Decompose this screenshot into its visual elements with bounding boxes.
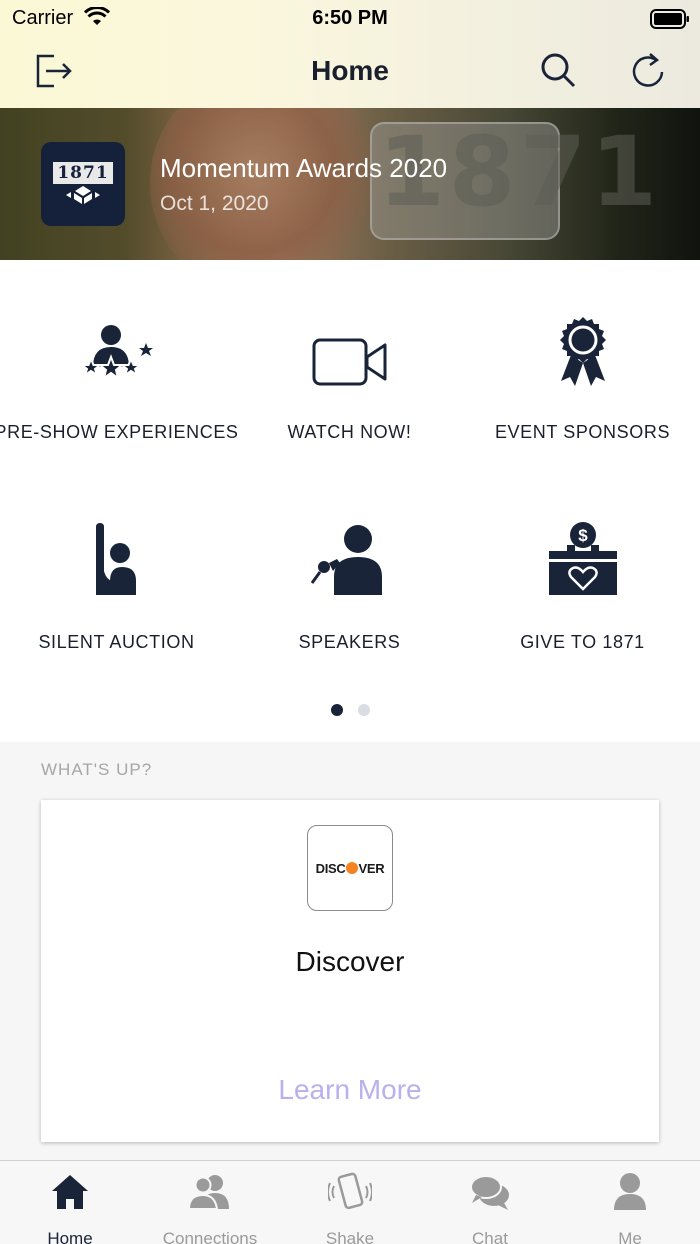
event-date: Oct 1, 2020 xyxy=(160,192,269,215)
tab-me[interactable]: Me xyxy=(560,1161,700,1244)
award-ribbon-icon xyxy=(555,315,611,392)
search-button[interactable] xyxy=(534,48,582,96)
page-dot-2[interactable] xyxy=(357,704,370,716)
tile-label: WATCH NOW! xyxy=(287,422,412,442)
tab-label: Home xyxy=(47,1229,93,1244)
learn-more-link[interactable]: Learn More xyxy=(41,1074,659,1106)
status-bar: Carrier 6:50 PM xyxy=(0,0,700,36)
tile-give-to-1871[interactable]: $ GIVE TO 1871 xyxy=(466,500,699,700)
sponsor-card[interactable]: DISC VER Discover Learn More xyxy=(41,800,659,1142)
tile-label: PRE-SHOW EXPERIENCES xyxy=(0,422,239,442)
tab-shake[interactable]: Shake xyxy=(280,1161,420,1244)
tab-label: Shake xyxy=(325,1229,375,1244)
feature-grid: PRE-SHOW EXPERIENCES WATCH NOW! EVENT SP… xyxy=(0,260,700,742)
event-logo-mark xyxy=(66,186,100,204)
home-icon xyxy=(50,1173,90,1216)
tile-label: SILENT AUCTION xyxy=(38,632,195,652)
event-logo-number: 1871 xyxy=(53,162,113,184)
search-icon xyxy=(538,50,578,95)
tab-label: Chat xyxy=(472,1229,508,1244)
chat-bubbles-icon xyxy=(468,1173,512,1216)
tile-silent-auction[interactable]: SILENT AUCTION xyxy=(0,500,233,700)
status-time: 6:50 PM xyxy=(312,7,388,29)
sponsor-title: Discover xyxy=(295,946,405,977)
sponsor-logo: DISC VER xyxy=(307,825,393,911)
tile-event-sponsors[interactable]: EVENT SPONSORS xyxy=(466,290,699,490)
event-logo: 1871 xyxy=(41,142,125,226)
tab-bar: Home Connections Shake Chat Me xyxy=(0,1160,700,1244)
phone-shake-icon xyxy=(327,1172,373,1217)
nav-bar: Home xyxy=(0,36,700,108)
page-title: Home xyxy=(311,55,389,86)
tile-pre-show-experiences[interactable]: PRE-SHOW EXPERIENCES xyxy=(0,290,238,490)
tab-chat[interactable]: Chat xyxy=(420,1161,560,1244)
svg-text:$: $ xyxy=(578,526,588,545)
speaker-microphone-icon xyxy=(310,523,390,602)
tile-speakers[interactable]: SPEAKERS xyxy=(233,500,466,700)
event-title: Momentum Awards 2020 xyxy=(160,153,448,183)
page-dot-1[interactable] xyxy=(330,704,343,716)
raised-hand-icon xyxy=(92,521,142,602)
page-indicator[interactable] xyxy=(0,704,700,716)
tile-label: GIVE TO 1871 xyxy=(520,632,645,652)
refresh-button[interactable] xyxy=(624,48,672,96)
tile-watch-now[interactable]: WATCH NOW! xyxy=(233,290,466,490)
person-icon xyxy=(612,1172,648,1217)
video-camera-icon xyxy=(312,337,388,392)
tab-label: Me xyxy=(618,1229,642,1244)
donation-box-icon: $ xyxy=(547,521,619,602)
sponsor-logo-text: DISC VER xyxy=(315,860,385,876)
event-banner[interactable]: 1871 1871 Momentum Awards 2020 Oct 1, 20… xyxy=(0,108,700,260)
whats-up-section: WHAT'S UP? DISC VER Discover Learn More xyxy=(0,742,700,1160)
tab-label: Connections xyxy=(162,1229,258,1244)
section-heading: WHAT'S UP? xyxy=(41,760,153,779)
people-icon xyxy=(187,1173,233,1216)
top-header: Carrier 6:50 PM Home xyxy=(0,0,700,108)
tab-connections[interactable]: Connections xyxy=(140,1161,280,1244)
refresh-icon xyxy=(628,50,668,95)
tile-label: SPEAKERS xyxy=(298,632,401,652)
star-person-icon xyxy=(78,323,155,392)
battery-icon xyxy=(650,9,690,34)
tab-home[interactable]: Home xyxy=(0,1161,140,1244)
tile-label: EVENT SPONSORS xyxy=(494,422,671,442)
